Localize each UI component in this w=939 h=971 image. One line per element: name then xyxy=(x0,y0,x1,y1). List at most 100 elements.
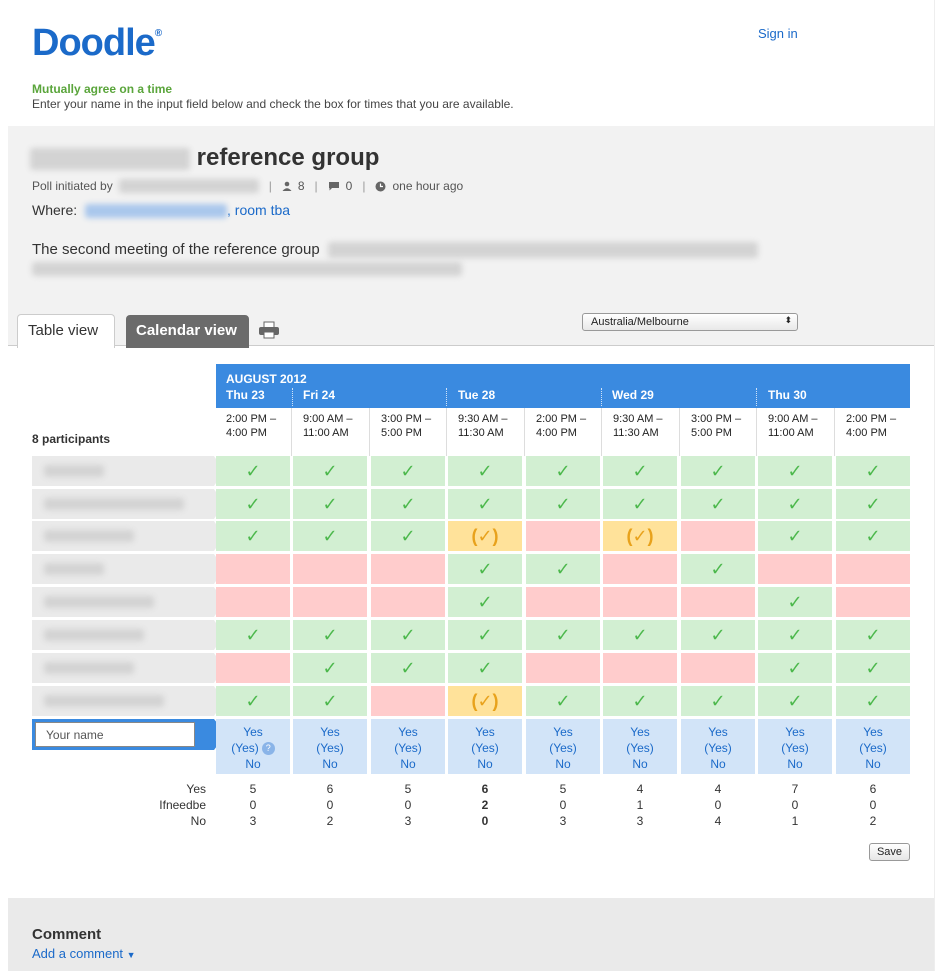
option-yes[interactable]: Yes xyxy=(603,724,677,740)
vote-option-cell: Yes (Yes) No xyxy=(526,719,600,774)
time-slot-header: 9:00 AM –11:00 AM xyxy=(303,413,353,439)
vote-no-cell xyxy=(526,587,600,617)
option-no[interactable]: No xyxy=(371,756,445,772)
help-icon[interactable]: ? xyxy=(261,742,275,756)
redacted-name xyxy=(44,563,104,575)
your-name-input[interactable] xyxy=(35,722,195,747)
option-no[interactable]: No xyxy=(836,756,910,772)
option-yes[interactable]: Yes xyxy=(681,724,755,740)
vote-no-cell xyxy=(681,653,755,683)
option-ifneedbe[interactable]: (Yes) xyxy=(681,740,755,756)
vote-no-cell xyxy=(603,653,677,683)
option-ifneedbe[interactable]: (Yes) xyxy=(526,740,600,756)
redacted-name xyxy=(44,662,134,674)
vote-yes-cell: ✓ xyxy=(448,620,522,650)
option-yes[interactable]: Yes xyxy=(836,724,910,740)
vote-option-cell: Yes (Yes) No xyxy=(836,719,910,774)
option-yes[interactable]: Yes xyxy=(448,724,522,740)
vote-yes-cell: ✓ xyxy=(526,686,600,716)
option-ifneedbe[interactable]: (Yes) xyxy=(836,740,910,756)
vote-yes-cell: ✓ xyxy=(681,554,755,584)
option-no[interactable]: No xyxy=(293,756,367,772)
vote-yes-cell: ✓ xyxy=(371,521,445,551)
summary-ifneedbe-count: 0 xyxy=(559,798,567,812)
redacted-location[interactable] xyxy=(85,204,228,219)
summary-ifneedbe-count: 0 xyxy=(791,798,799,812)
doodle-logo[interactable]: Doodle® xyxy=(32,22,162,65)
vote-yes-cell: ✓ xyxy=(681,489,755,519)
location-suffix[interactable]: , room tba xyxy=(227,202,290,218)
vote-no-cell xyxy=(836,587,910,617)
date-header: AUGUST 2012 Thu 23 Fri 24 Tue 28 Wed 29 … xyxy=(216,364,910,408)
vote-yes-cell: ✓ xyxy=(293,620,367,650)
summary-yes-count: 6 xyxy=(326,782,334,796)
vote-yes-cell: ✓ xyxy=(758,521,832,551)
time-slot-header: 2:00 PM –4:00 PM xyxy=(846,413,897,439)
redacted-name xyxy=(44,465,104,477)
add-comment-link[interactable]: Add a comment ▼ xyxy=(32,946,136,961)
option-yes[interactable]: Yes xyxy=(526,724,600,740)
option-ifneedbe[interactable]: (Yes) xyxy=(371,740,445,756)
summary-no-count: 3 xyxy=(404,814,412,828)
redacted-initiator xyxy=(118,179,259,193)
option-no[interactable]: No xyxy=(526,756,600,772)
tab-table-view[interactable]: Table view xyxy=(17,314,115,348)
redacted-name xyxy=(44,629,144,641)
day-label: Thu 30 xyxy=(768,388,807,402)
time-slot-header: 9:00 AM –11:00 AM xyxy=(768,413,818,439)
tab-calendar-view[interactable]: Calendar view xyxy=(126,315,249,348)
printer-icon[interactable] xyxy=(258,321,280,339)
participant-name xyxy=(32,489,224,519)
vote-yes-cell: ✓ xyxy=(603,686,677,716)
summary-yes-count: 4 xyxy=(636,782,644,796)
option-ifneedbe[interactable]: (Yes) xyxy=(758,740,832,756)
month-label: AUGUST 2012 xyxy=(226,372,307,386)
summary-yes-count: 6 xyxy=(869,782,877,796)
vote-yes-cell: ✓ xyxy=(448,554,522,584)
vote-option-cell: Yes (Yes) No xyxy=(681,719,755,774)
comment-section: Comment Add a comment ▼ xyxy=(8,898,935,971)
vote-no-cell xyxy=(526,653,600,683)
comment-icon xyxy=(328,182,339,191)
vote-yes-cell: ✓ xyxy=(758,620,832,650)
day-label: Thu 23 xyxy=(226,388,265,402)
vote-ifneedbe-cell: (✓) xyxy=(448,686,522,716)
timezone-select[interactable]: Australia/Melbourne ⬍ xyxy=(582,313,798,331)
option-no[interactable]: No xyxy=(448,756,522,772)
summary-yes-count: 5 xyxy=(559,782,567,796)
option-ifneedbe[interactable]: (Yes) xyxy=(603,740,677,756)
vote-yes-cell: ✓ xyxy=(836,456,910,486)
option-yes[interactable]: Yes xyxy=(371,724,445,740)
time-ago: one hour ago xyxy=(392,179,464,193)
option-no[interactable]: No xyxy=(216,756,290,772)
summary-yes-count: 5 xyxy=(404,782,412,796)
participant-name xyxy=(32,554,224,584)
sign-in-link[interactable]: Sign in xyxy=(758,26,798,41)
option-ifneedbe[interactable]: (Yes) xyxy=(293,740,367,756)
vote-yes-cell: ✓ xyxy=(681,456,755,486)
save-button[interactable]: Save xyxy=(869,843,910,861)
redacted-name xyxy=(44,530,134,542)
participant-count: 8 xyxy=(297,179,305,193)
instructions: Enter your name in the input field below… xyxy=(32,97,514,111)
option-no[interactable]: No xyxy=(681,756,755,772)
summary-ifneedbe-count: 0 xyxy=(714,798,722,812)
vote-option-cell: Yes (Yes) No xyxy=(293,719,367,774)
option-yes[interactable]: Yes xyxy=(758,724,832,740)
vote-no-cell xyxy=(681,587,755,617)
summary-ifneedbe-count: 0 xyxy=(869,798,877,812)
option-no[interactable]: No xyxy=(603,756,677,772)
summary-label: Yes xyxy=(186,782,206,796)
option-ifneedbe[interactable]: (Yes)? xyxy=(216,740,290,756)
vote-option-cell: Yes (Yes) No xyxy=(758,719,832,774)
summary-ifneedbe-count: 0 xyxy=(404,798,412,812)
vote-yes-cell: ✓ xyxy=(603,620,677,650)
option-ifneedbe[interactable]: (Yes) xyxy=(448,740,522,756)
vote-yes-cell: ✓ xyxy=(371,620,445,650)
vote-no-cell xyxy=(216,653,290,683)
option-no[interactable]: No xyxy=(758,756,832,772)
summary-yes-count: 7 xyxy=(791,782,799,796)
option-yes[interactable]: Yes xyxy=(293,724,367,740)
vote-yes-cell: ✓ xyxy=(293,456,367,486)
option-yes[interactable]: Yes xyxy=(216,724,290,740)
